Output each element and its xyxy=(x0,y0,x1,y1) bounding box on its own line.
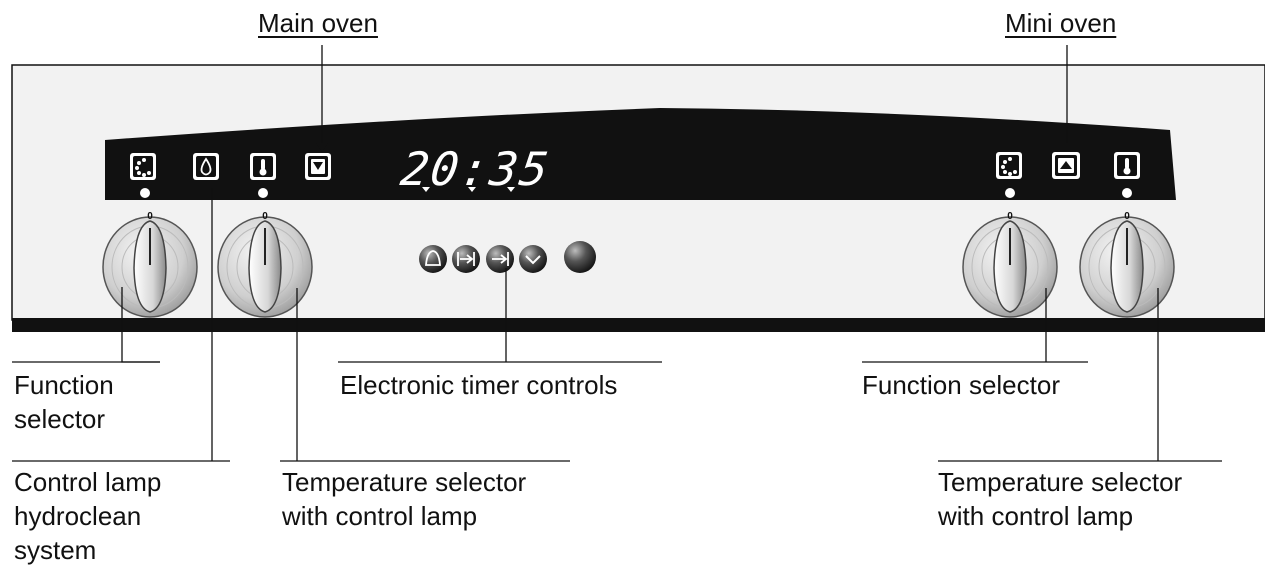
control-lamp-dot xyxy=(140,188,150,198)
timer-bell-button[interactable] xyxy=(419,245,447,273)
water-drop-icon xyxy=(193,153,219,180)
time-display: 20:35 xyxy=(397,142,553,196)
timer-controls-label: Electronic timer controls xyxy=(340,370,618,400)
thermometer-icon xyxy=(1114,152,1140,179)
up-arrow-icon xyxy=(1052,152,1080,179)
oven-function-icon xyxy=(996,152,1022,179)
oven-function-icon xyxy=(130,153,156,180)
knob-zero-mark: 0 xyxy=(147,211,153,222)
temperature-selector-left-label: Temperature selector with control lamp xyxy=(282,467,527,531)
timer-duration-button[interactable] xyxy=(452,245,480,273)
function-selector-left-label: Function selector xyxy=(14,370,114,434)
knob-zero-mark: 0 xyxy=(1007,211,1013,222)
main-oven-label: Main oven xyxy=(258,8,378,38)
timer-end-time-button[interactable] xyxy=(486,245,514,273)
function-selector-right-label: Function selector xyxy=(862,370,1060,400)
panel-bottom-strip xyxy=(12,318,1265,332)
control-lamp-dot xyxy=(1122,188,1132,198)
control-lamp-dot xyxy=(258,188,268,198)
knob-zero-mark: 0 xyxy=(262,211,268,222)
temperature-selector-right-label: Temperature selector with control lamp xyxy=(938,467,1183,531)
knob-zero-mark: 0 xyxy=(1124,211,1130,222)
timer-down-button[interactable] xyxy=(519,245,547,273)
control-lamp-dot xyxy=(1005,188,1015,198)
control-lamp-label: Control lamp hydroclean system xyxy=(14,467,162,565)
down-arrow-icon xyxy=(305,153,331,180)
mini-oven-label: Mini oven xyxy=(1005,8,1117,38)
timer-round-button[interactable] xyxy=(564,241,596,273)
thermometer-icon xyxy=(250,153,276,180)
